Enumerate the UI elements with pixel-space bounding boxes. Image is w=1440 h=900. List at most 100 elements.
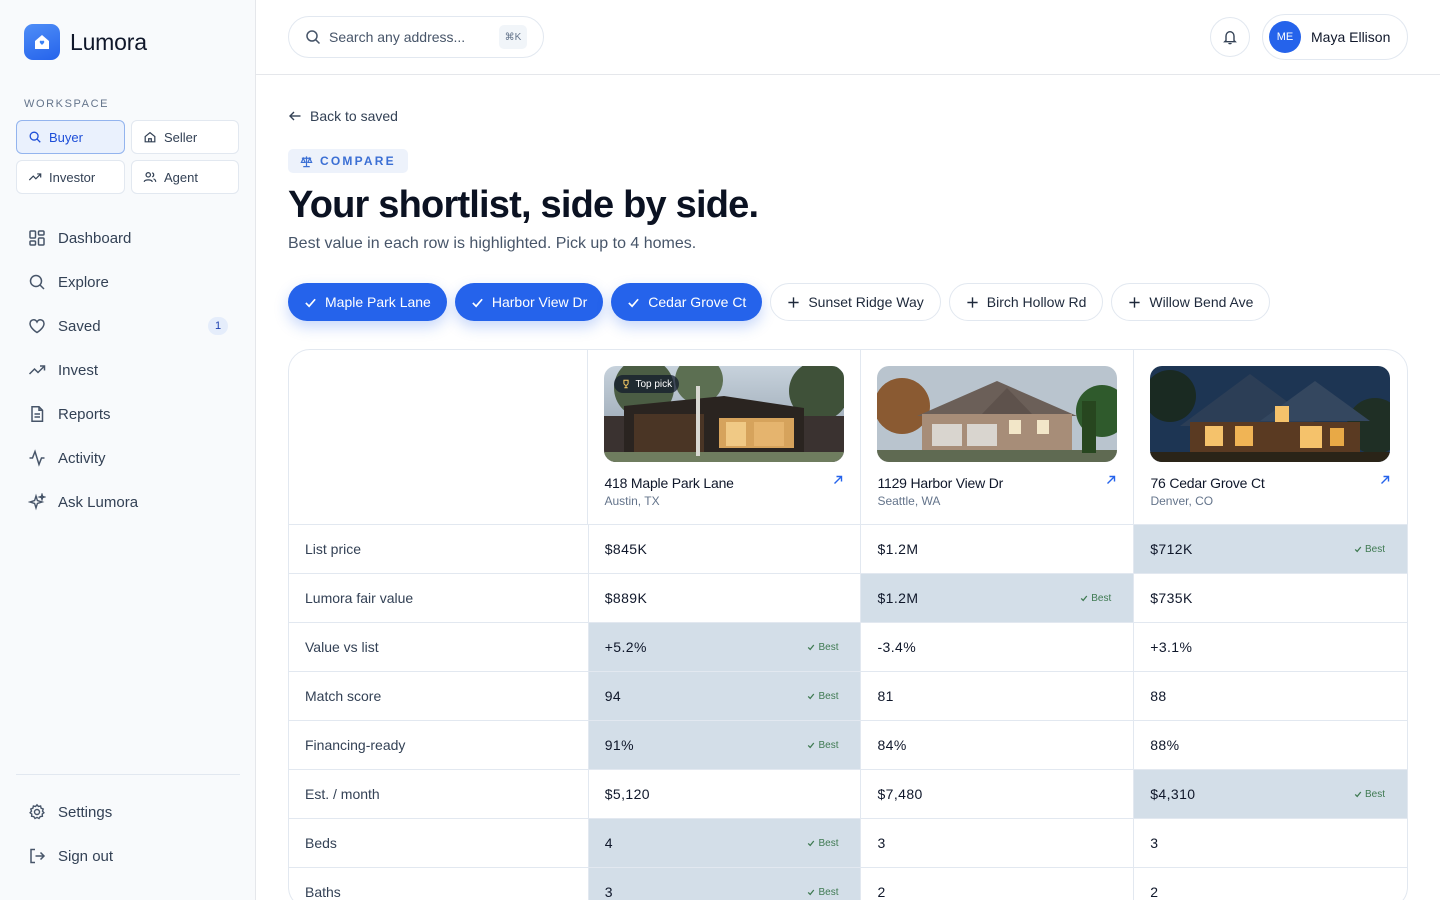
table-cell: $4,310 Best [1134, 770, 1407, 818]
plus-icon [1129, 296, 1140, 308]
check-icon [305, 298, 316, 307]
best-badge: Best [1354, 789, 1385, 800]
table-cell: 91% Best [588, 721, 862, 769]
sparkles-icon [28, 493, 46, 511]
row-label: Value vs list [289, 623, 589, 671]
chip-label: Willow Bend Ave [1149, 294, 1254, 310]
table-cell: $712K Best [1134, 525, 1407, 573]
cell-value: 91% [604, 737, 634, 753]
workspace-investor-label: Investor [49, 169, 96, 185]
table-row: Est. / month $5,120 $7,480 $4,310 Best [289, 770, 1407, 819]
row-label: Match score [289, 672, 589, 720]
cell-value: 4 [604, 835, 613, 851]
cell-value: $889K [604, 590, 648, 606]
workspace-seller-button[interactable]: Seller [131, 120, 239, 154]
home-card-cedar-grove[interactable]: 76 Cedar Grove Ct Denver, CO [1134, 350, 1407, 524]
compare-table: Top pick 418 Maple Park Lane Austin, TX [288, 349, 1408, 900]
nav-item-activity[interactable]: Activity [16, 436, 240, 480]
nav-item-sign-out[interactable]: Sign out [16, 834, 240, 878]
cell-value: 84% [877, 737, 907, 753]
external-link-icon[interactable] [1105, 474, 1117, 486]
nav-item-invest[interactable]: Invest [16, 348, 240, 392]
search-icon [306, 30, 321, 45]
nav-item-reports[interactable]: Reports [16, 392, 240, 436]
table-cell: 3 [861, 819, 1135, 867]
notifications-button[interactable] [1210, 17, 1250, 57]
nav-item-saved[interactable]: Saved 1 [16, 304, 240, 348]
cell-value: $5,120 [604, 786, 650, 802]
cell-value: 81 [877, 688, 894, 704]
table-row: Match score 94 Best 81 88 [289, 672, 1407, 721]
table-cell: $1.2M [861, 525, 1135, 573]
check-icon [808, 693, 815, 700]
table-row: Baths 3 Best 2 2 [289, 868, 1407, 900]
external-link-icon[interactable] [1379, 474, 1391, 486]
cell-value: +5.2% [604, 639, 647, 655]
chip-label: Cedar Grove Ct [648, 294, 747, 310]
row-label: Baths [289, 868, 589, 900]
heart-icon [29, 319, 45, 334]
home-card-maple-park[interactable]: Top pick 418 Maple Park Lane Austin, TX [588, 350, 862, 524]
brand[interactable]: Lumora [24, 24, 147, 60]
workspace-label: WORKSPACE [24, 98, 110, 110]
bell-icon [1223, 30, 1237, 45]
chip-maple-park-lane[interactable]: Maple Park Lane [288, 283, 447, 321]
cell-value: 88% [1150, 737, 1180, 753]
nav-item-label: Ask Lumora [58, 493, 139, 511]
grid-icon [29, 230, 45, 246]
nav-item-settings[interactable]: Settings [16, 790, 240, 834]
nav-item-ask-lumora[interactable]: Ask Lumora [16, 480, 240, 524]
arrow-left-icon [289, 111, 301, 121]
cell-value: $735K [1150, 590, 1193, 606]
nav-item-label: Settings [58, 803, 113, 821]
user-menu-button[interactable]: ME Maya Ellison [1262, 14, 1408, 60]
external-link-icon[interactable] [832, 474, 844, 486]
nav-item-label: Saved [58, 317, 101, 335]
chip-birch-hollow-rd[interactable]: Birch Hollow Rd [948, 283, 1104, 321]
chip-harbor-view-dr[interactable]: Harbor View Dr [454, 283, 604, 321]
workspace-buyer-button[interactable]: Buyer [16, 120, 125, 154]
home-photo [877, 366, 1118, 462]
scale-icon [300, 155, 313, 167]
best-badge: Best [807, 691, 838, 702]
nav-item-label: Invest [58, 361, 99, 379]
compare-header-row: Top pick 418 Maple Park Lane Austin, TX [289, 350, 1407, 525]
best-badge: Best [807, 642, 838, 653]
nav-item-label: Activity [58, 449, 106, 467]
workspace-investor-button[interactable]: Investor [16, 160, 125, 194]
best-label: Best [818, 886, 839, 898]
table-cell: $7,480 [861, 770, 1135, 818]
home-card-harbor-view[interactable]: 1129 Harbor View Dr Seattle, WA [861, 350, 1135, 524]
search-input[interactable]: Search any address... ⌘K [288, 16, 544, 58]
home-photo: Top pick [604, 366, 845, 462]
workspace-switcher: Buyer Seller Investor Agent [16, 120, 240, 194]
compare-rows: List price $845K $1.2M $712K Best Lumora fair… [289, 525, 1407, 900]
best-label: Best [1091, 592, 1112, 604]
top-pick-badge: Top pick [614, 375, 680, 393]
chip-willow-bend-ave[interactable]: Willow Bend Ave [1111, 283, 1271, 321]
back-to-saved-link[interactable]: Back to saved [288, 108, 398, 124]
chip-sunset-ridge-way[interactable]: Sunset Ridge Way [770, 283, 941, 321]
back-label: Back to saved [310, 108, 398, 124]
search-icon [29, 131, 41, 143]
cell-value: 2 [1150, 884, 1159, 900]
table-row: Lumora fair value $889K $1.2M Best $735K [289, 574, 1407, 623]
nav-item-label: Dashboard [58, 229, 132, 247]
main-nav: Dashboard Explore Saved 1 Invest Reports… [16, 216, 240, 524]
check-icon [808, 840, 815, 847]
table-cell: -3.4% [861, 623, 1135, 671]
check-icon [1354, 791, 1362, 798]
cell-value: $845K [604, 541, 648, 557]
workspace-agent-button[interactable]: Agent [131, 160, 239, 194]
chip-label: Birch Hollow Rd [986, 294, 1087, 310]
plus-icon [967, 296, 978, 308]
table-cell: 84% [861, 721, 1135, 769]
nav-item-explore[interactable]: Explore [16, 260, 240, 304]
nav-item-dashboard[interactable]: Dashboard [16, 216, 240, 260]
best-badge: Best [807, 887, 838, 898]
chip-cedar-grove-ct[interactable]: Cedar Grove Ct [611, 283, 763, 321]
table-cell: $889K [589, 574, 862, 622]
trend-up-icon [28, 365, 46, 375]
lumora-logo-icon [24, 24, 60, 60]
top-pick-label: Top pick [635, 378, 673, 390]
